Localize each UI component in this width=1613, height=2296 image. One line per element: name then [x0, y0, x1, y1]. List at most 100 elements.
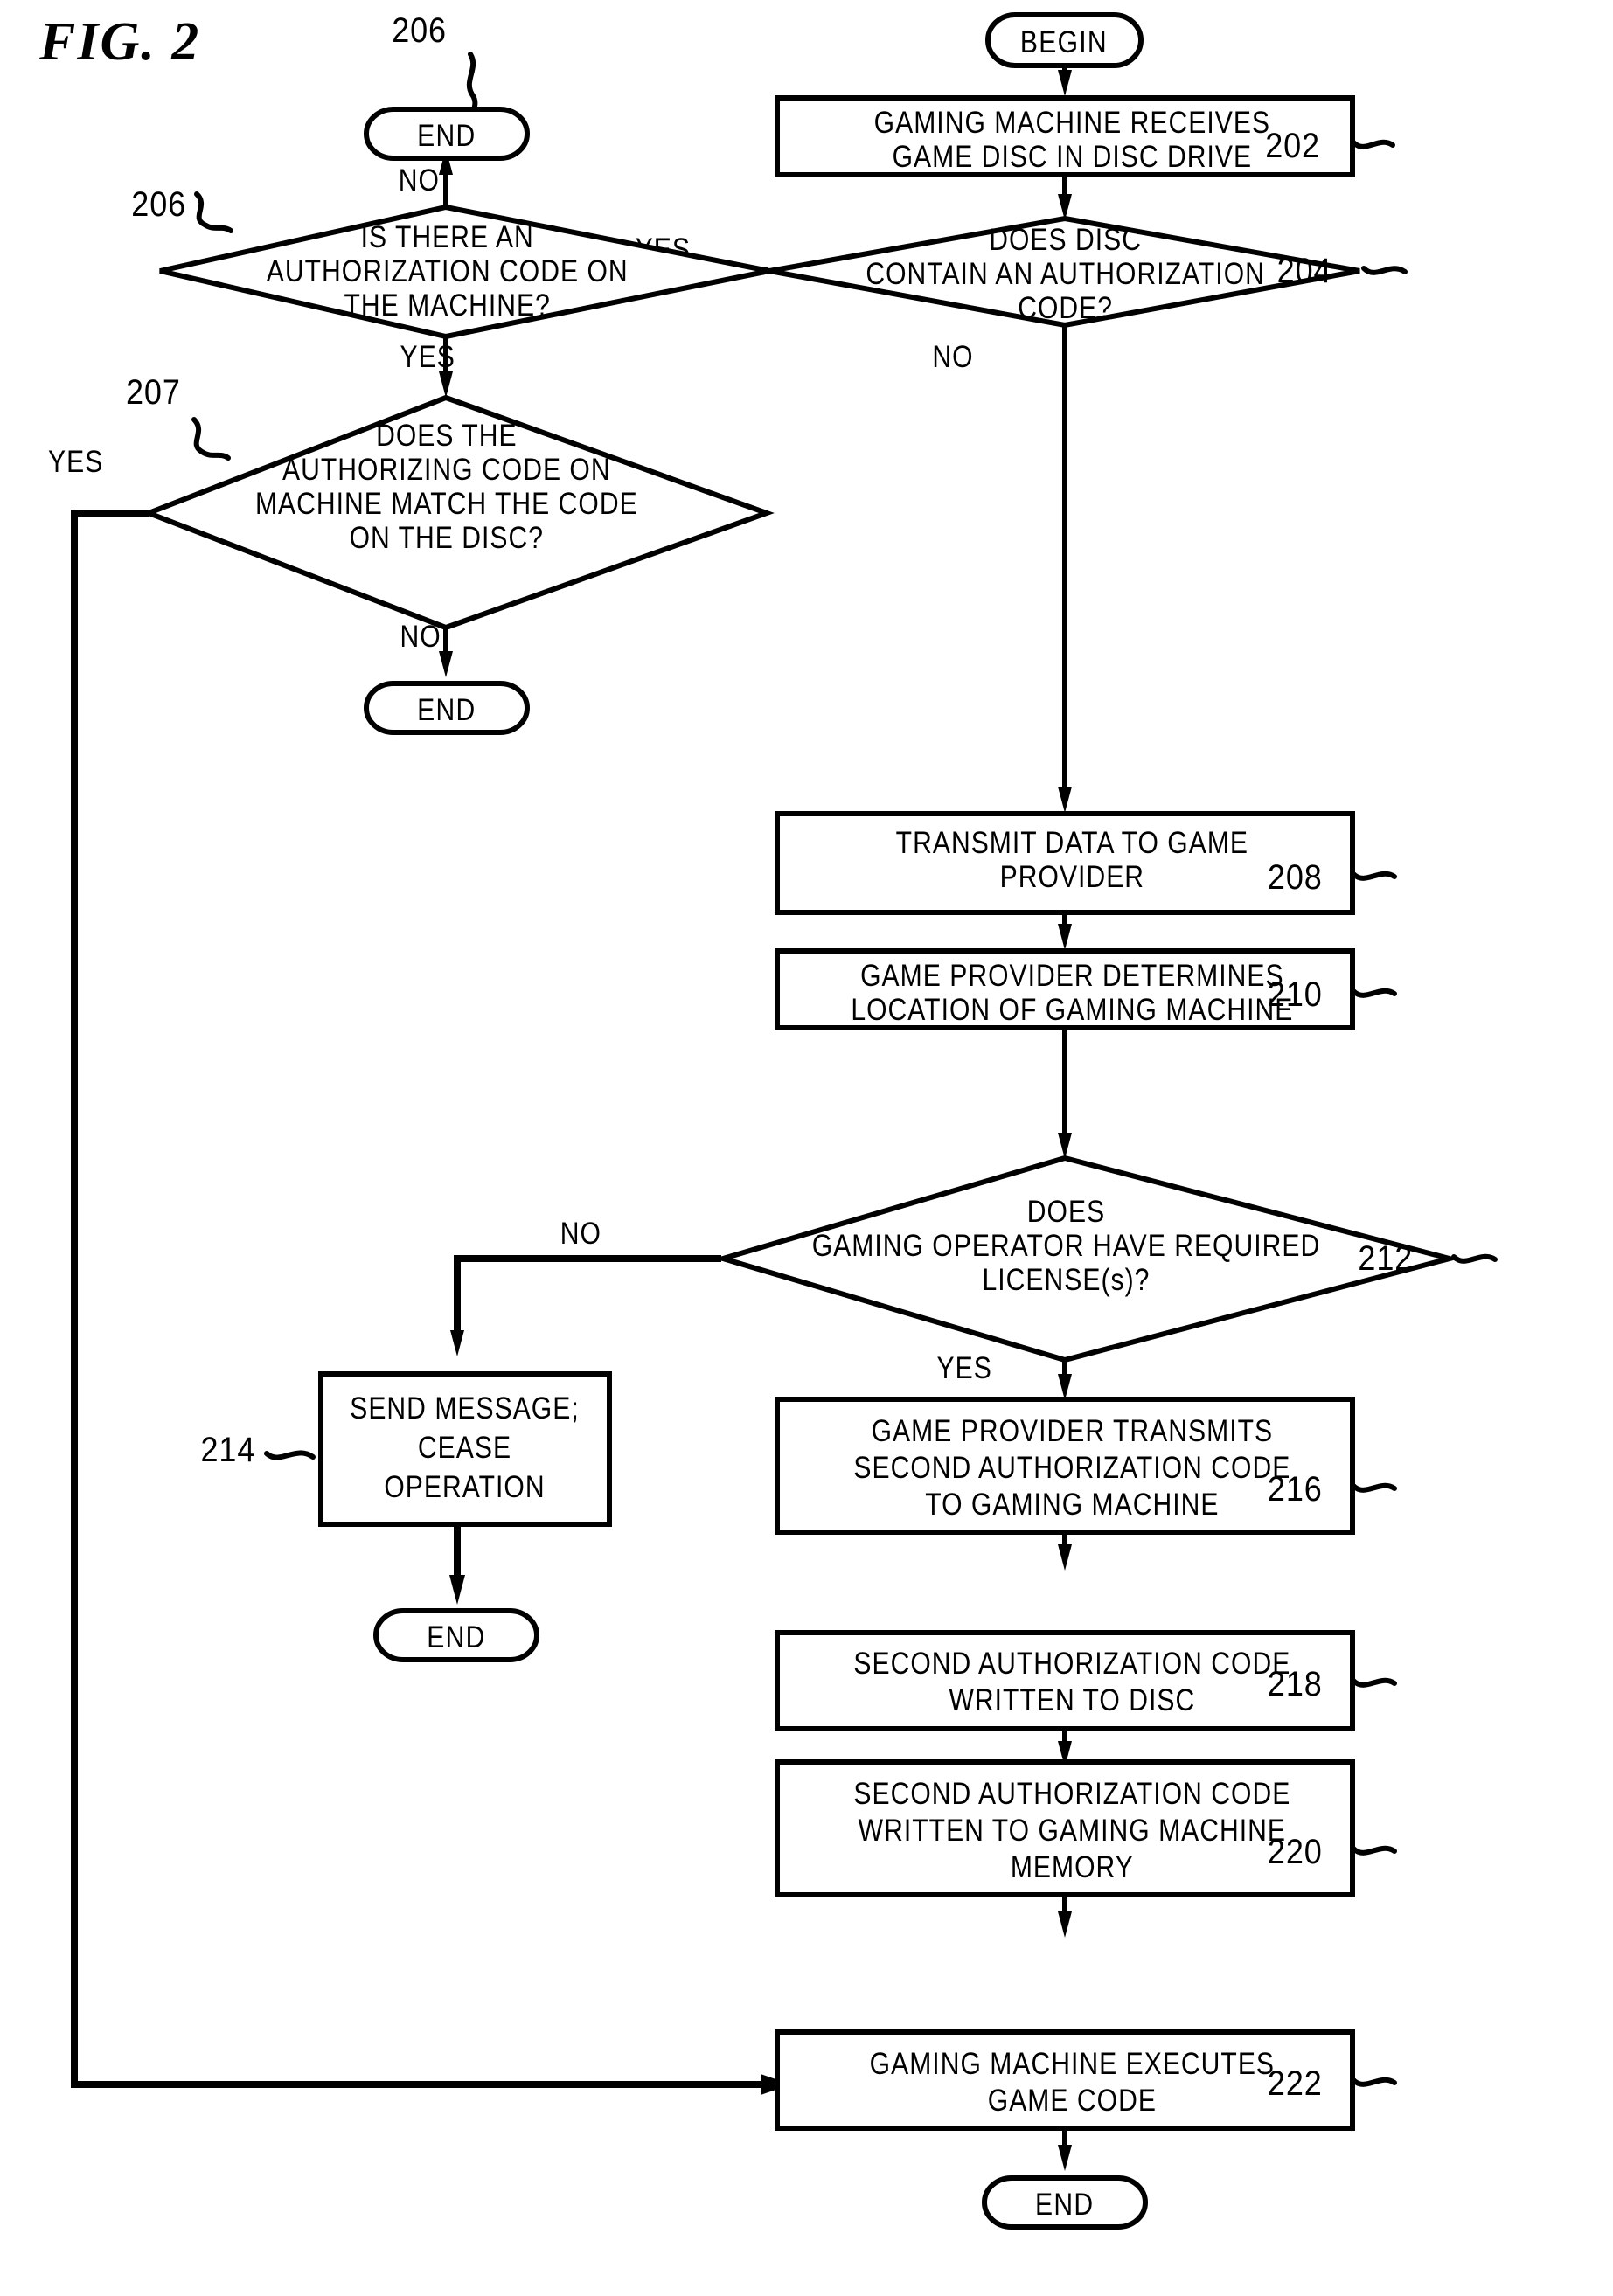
edge-label-206-yes: YES: [400, 339, 455, 374]
decision-diamond-212: DOES GAMING OPERATOR HAVE REQUIRED LICEN…: [713, 1155, 1460, 1363]
overall-ref-number: 206: [392, 11, 447, 50]
terminator-end-bottom-label: END: [1035, 2187, 1094, 2222]
ref-207-leader-icon: [191, 417, 231, 461]
decision-204-line-1: DOES DISC: [989, 222, 1142, 257]
process-box-214-line-2: CEASE: [418, 1430, 511, 1465]
decision-207-line-4: ON THE DISC?: [350, 520, 544, 555]
process-box-220-line-2: WRITTEN TO GAMING MACHINE: [859, 1813, 1286, 1848]
ref-202-leader-icon: [1351, 139, 1395, 149]
process-box-222-line-2: GAME CODE: [988, 2083, 1157, 2118]
process-box-210-line-1: GAME PROVIDER DETERMINES: [860, 958, 1283, 993]
decision-212-line-2: GAMING OPERATOR HAVE REQUIRED: [812, 1228, 1321, 1263]
figure-title: FIG. 2: [38, 12, 200, 72]
process-box-216-line-2: SECOND AUTHORIZATION CODE: [853, 1450, 1290, 1485]
process-box-208: TRANSMIT DATA TO GAME PROVIDER: [775, 811, 1355, 915]
edge-label-206-no: NO: [399, 163, 440, 198]
process-box-222-line-1: GAMING MACHINE EXECUTES: [870, 2046, 1275, 2081]
ref-210-number: 210: [1268, 975, 1323, 1014]
terminator-end-top-left-label: END: [417, 118, 476, 153]
decision-diamond-207: DOES THE AUTHORIZING CODE ON MACHINE MAT…: [141, 394, 775, 631]
terminator-end-mid-left: END: [364, 681, 530, 735]
decision-207-line-2: AUTHORIZING CODE ON: [282, 452, 611, 487]
figure-canvas: FIG. 2 206 BEGIN GAMING MACHINE RECEIVES…: [0, 0, 1613, 2296]
ref-207-number: 207: [126, 373, 181, 412]
edge-210-to-212: [1058, 1028, 1072, 1159]
process-box-222: GAMING MACHINE EXECUTES GAME CODE: [775, 2029, 1355, 2131]
ref-220-number: 220: [1268, 1833, 1323, 1871]
process-box-208-line-2: PROVIDER: [1000, 859, 1144, 894]
ref-222-number: 222: [1268, 2064, 1323, 2103]
ref-216-leader-icon: [1351, 1482, 1397, 1493]
ref-208-leader-icon: [1351, 871, 1397, 881]
ref-206-number: 206: [131, 185, 186, 224]
ref-214-number: 214: [201, 1431, 256, 1469]
flowchart-diagram: FIG. 2 206 BEGIN GAMING MACHINE RECEIVES…: [38, 11, 1498, 2230]
process-box-218-line-1: SECOND AUTHORIZATION CODE: [853, 1646, 1290, 1681]
process-box-220-line-3: MEMORY: [1011, 1849, 1134, 1884]
ref-202-number: 202: [1265, 127, 1320, 165]
process-box-220-line-1: SECOND AUTHORIZATION CODE: [853, 1776, 1290, 1811]
ref-212-leader-icon: [1451, 1253, 1498, 1264]
process-box-216: GAME PROVIDER TRANSMITS SECOND AUTHORIZA…: [775, 1397, 1355, 1535]
decision-207-line-1: DOES THE: [376, 418, 518, 453]
process-box-210: GAME PROVIDER DETERMINES LOCATION OF GAM…: [775, 948, 1355, 1030]
process-box-216-line-1: GAME PROVIDER TRANSMITS: [872, 1413, 1273, 1448]
terminator-end-mid-left-label: END: [417, 692, 476, 727]
ref-204-number: 204: [1277, 252, 1332, 290]
ref-204-leader-icon: [1361, 266, 1408, 275]
ref-216-number: 216: [1268, 1470, 1323, 1509]
ref-222-leader-icon: [1351, 2077, 1397, 2087]
terminator-end-lower-left-label: END: [427, 1620, 485, 1654]
ref-220-leader-icon: [1351, 1845, 1397, 1856]
edge-label-207-yes: YES: [48, 444, 103, 479]
decision-206-line-1: IS THERE AN: [361, 219, 534, 254]
process-box-214: SEND MESSAGE; CEASE OPERATION: [318, 1371, 612, 1527]
edge-202-to-204: [1058, 175, 1072, 220]
edge-begin-to-202: [1058, 66, 1072, 96]
ref-210-leader-icon: [1351, 988, 1397, 998]
process-box-202-line-1: GAMING MACHINE RECEIVES: [874, 105, 1270, 140]
edge-label-204-no: NO: [932, 339, 973, 374]
terminator-end-bottom: END: [982, 2175, 1148, 2230]
decision-204-line-2: CONTAIN AN AUTHORIZATION: [866, 256, 1265, 291]
edge-label-212-yes: YES: [937, 1350, 992, 1385]
ref-206-diamond: 206: [131, 185, 233, 233]
ref-207: 207: [126, 373, 231, 461]
ref-218-leader-icon: [1351, 1677, 1397, 1688]
edge-204-no-to-208: NO: [932, 325, 1072, 813]
process-box-216-line-3: TO GAMING MACHINE: [925, 1487, 1219, 1522]
process-box-214-line-1: SEND MESSAGE;: [350, 1391, 580, 1425]
process-box-218-line-2: WRITTEN TO DISC: [949, 1682, 1195, 1717]
decision-207-line-3: MACHINE MATCH THE CODE: [255, 486, 638, 521]
ref-212-number: 212: [1358, 1239, 1413, 1278]
edge-208-to-210: [1058, 912, 1072, 950]
process-box-214-line-3: OPERATION: [384, 1469, 545, 1504]
decision-212-line-3: LICENSE(s)?: [983, 1262, 1151, 1297]
edge-212-no-to-214: NO: [450, 1216, 721, 1356]
edge-216-to-218: [1058, 1532, 1072, 1571]
process-box-202-line-2: GAME DISC IN DISC DRIVE: [893, 139, 1253, 174]
ref-214: 214: [201, 1431, 316, 1469]
decision-206-line-2: AUTHORIZATION CODE ON: [267, 253, 629, 288]
process-box-218: SECOND AUTHORIZATION CODE WRITTEN TO DIS…: [775, 1630, 1355, 1731]
terminator-end-top-left: END: [364, 107, 530, 161]
edge-label-212-no: NO: [560, 1216, 601, 1251]
decision-206-line-3: THE MACHINE?: [344, 288, 551, 323]
process-box-210-line-2: LOCATION OF GAMING MACHINE: [851, 992, 1293, 1027]
edge-206-yes-to-207: YES: [400, 336, 455, 398]
edge-220-to-222: [1058, 1895, 1072, 1938]
terminator-begin: BEGIN: [985, 12, 1144, 68]
ref-218-number: 218: [1268, 1665, 1323, 1703]
terminator-end-lower-left: END: [373, 1608, 539, 1662]
decision-212-line-1: DOES: [1027, 1194, 1105, 1229]
edge-214-to-end: [449, 1524, 465, 1605]
ref-208-number: 208: [1268, 858, 1323, 897]
decision-diamond-206: IS THERE AN AUTHORIZATION CODE ON THE MA…: [159, 204, 770, 340]
decision-diamond-204: DOES DISC CONTAIN AN AUTHORIZATION CODE?: [768, 215, 1360, 329]
decision-204-line-3: CODE?: [1018, 290, 1113, 325]
process-box-208-line-1: TRANSMIT DATA TO GAME: [896, 825, 1248, 860]
process-box-220: SECOND AUTHORIZATION CODE WRITTEN TO GAM…: [775, 1759, 1355, 1897]
ref-214-leader-icon: [264, 1450, 316, 1460]
edge-222-to-end: [1058, 2128, 1072, 2171]
ref-206-leader-icon: [194, 191, 233, 233]
